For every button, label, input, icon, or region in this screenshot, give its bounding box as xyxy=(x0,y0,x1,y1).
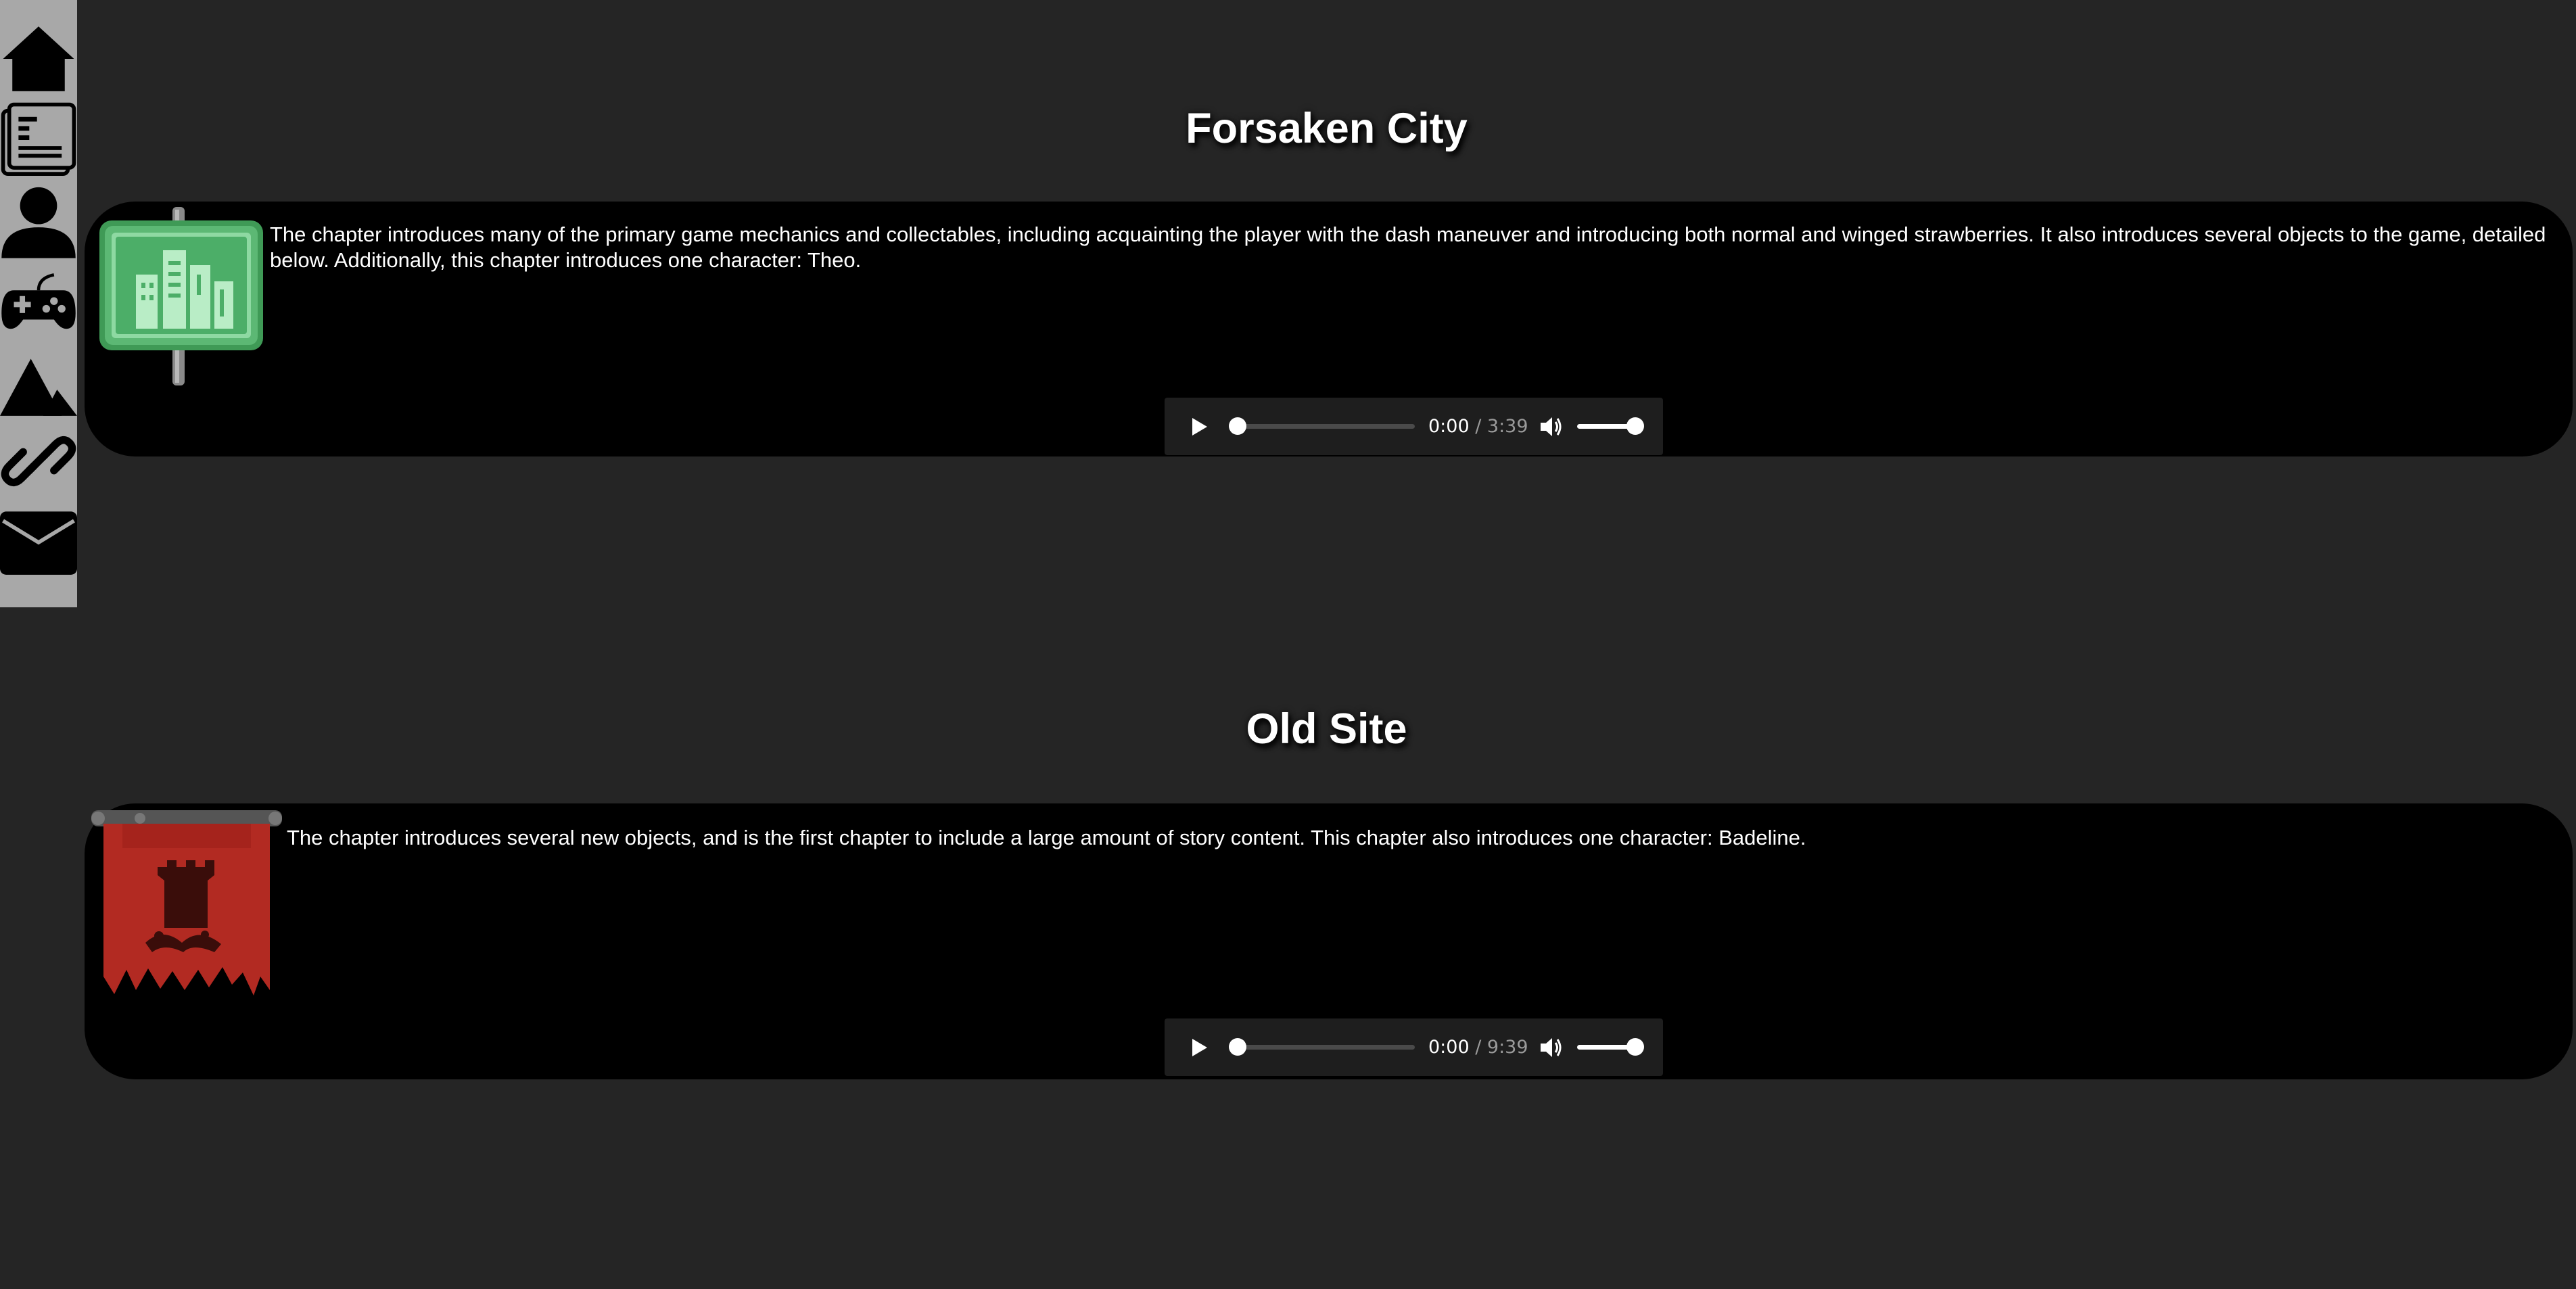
newspaper-icon[interactable] xyxy=(0,101,77,179)
gamepad-icon[interactable] xyxy=(0,267,77,344)
current-time: 0:00 xyxy=(1428,416,1470,437)
tattered-red-banner-icon xyxy=(89,807,285,1004)
chapter-title: Old Site xyxy=(1246,705,1407,753)
seek-bar[interactable] xyxy=(1232,1045,1415,1050)
play-icon[interactable] xyxy=(1188,416,1210,438)
audio-player[interactable]: 0:00 / 3:39 xyxy=(1165,398,1663,455)
volume-icon[interactable] xyxy=(1539,1035,1563,1060)
volume-handle[interactable] xyxy=(1626,417,1644,435)
audio-player[interactable]: 0:00 / 9:39 xyxy=(1165,1018,1663,1076)
chapter-card: The chapter introduces many of the prima… xyxy=(85,202,2573,456)
chapter-title: Forsaken City xyxy=(1186,105,1468,152)
duration: 3:39 xyxy=(1486,416,1528,437)
chapter-card: The chapter introduces several new objec… xyxy=(85,803,2573,1079)
link-icon[interactable] xyxy=(0,423,77,500)
seek-handle[interactable] xyxy=(1229,1038,1246,1056)
current-time: 0:00 xyxy=(1428,1037,1470,1058)
chapter-description: The chapter introduces several new objec… xyxy=(287,826,1806,849)
volume-handle[interactable] xyxy=(1626,1038,1644,1056)
mountain-icon[interactable] xyxy=(0,345,77,422)
volume-icon[interactable] xyxy=(1539,415,1563,439)
sidebar-nav xyxy=(0,0,77,607)
play-icon[interactable] xyxy=(1188,1037,1210,1058)
chapter-description: The chapter introduces many of the prima… xyxy=(270,222,2546,272)
time-display: 0:00 / 3:39 xyxy=(1428,414,1528,440)
time-separator: / xyxy=(1469,416,1487,437)
user-icon[interactable] xyxy=(0,183,77,260)
time-separator: / xyxy=(1469,1037,1487,1058)
mail-icon[interactable] xyxy=(0,504,77,581)
home-icon[interactable] xyxy=(0,20,77,97)
duration: 9:39 xyxy=(1486,1037,1528,1058)
seek-bar[interactable] xyxy=(1232,424,1415,429)
seek-handle[interactable] xyxy=(1229,417,1246,435)
city-signpost-icon xyxy=(95,207,266,385)
time-display: 0:00 / 9:39 xyxy=(1428,1035,1528,1060)
